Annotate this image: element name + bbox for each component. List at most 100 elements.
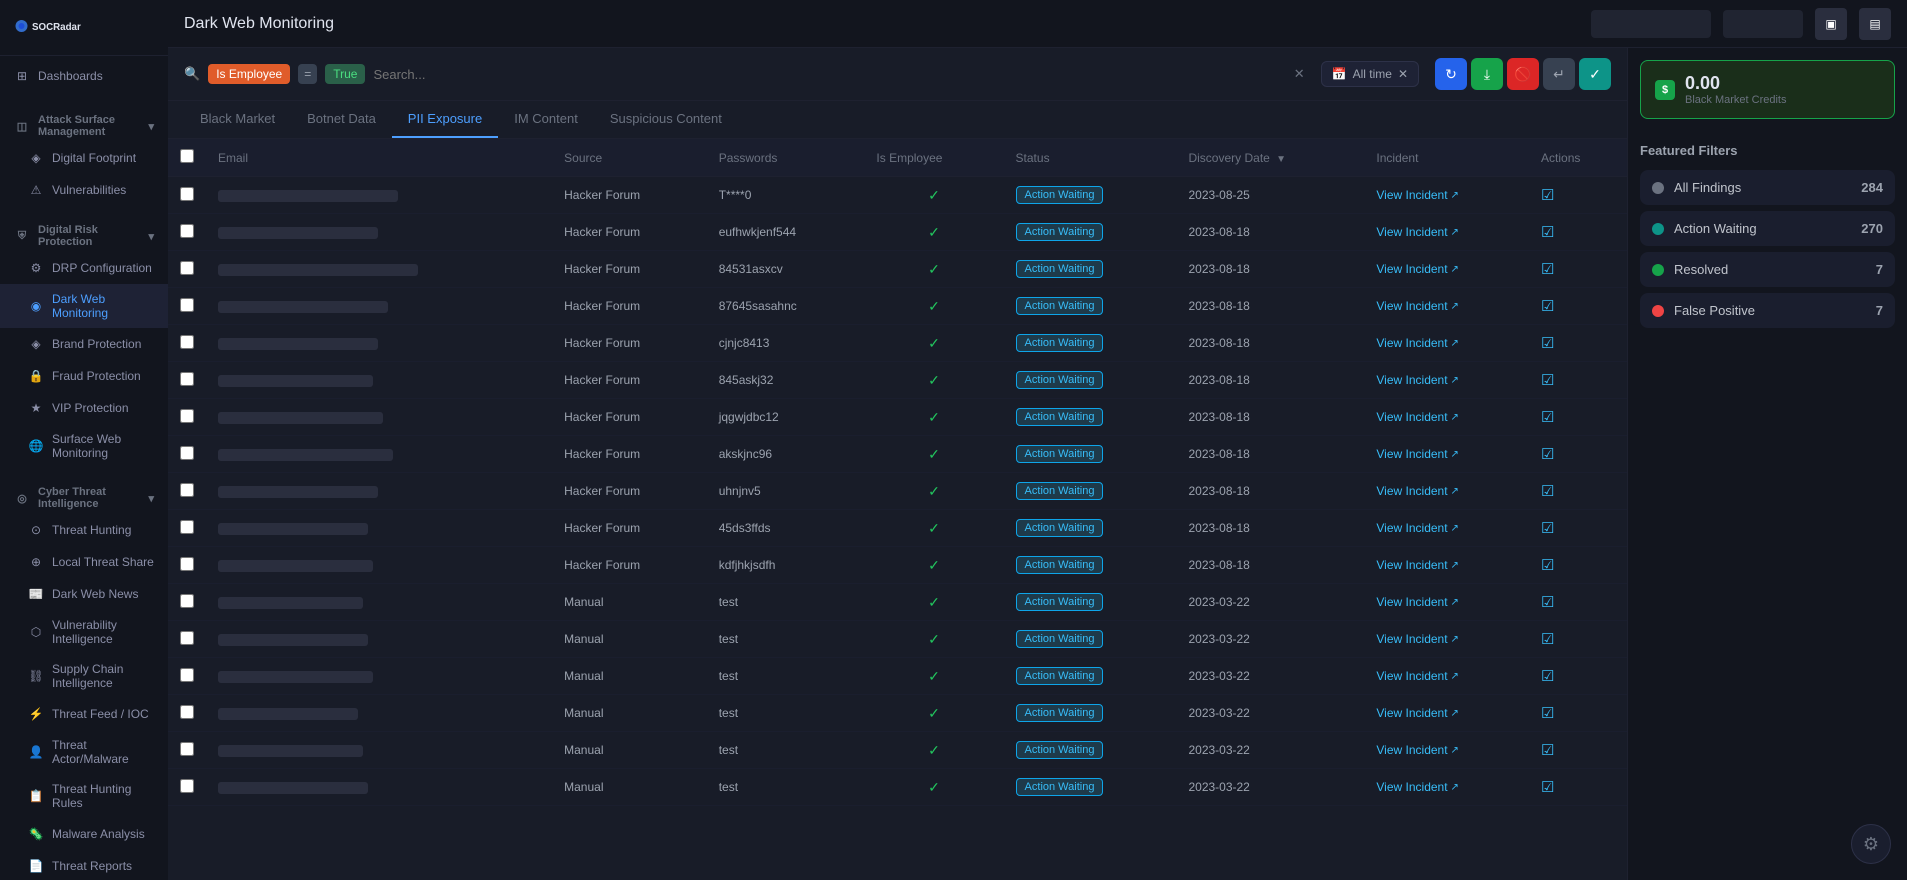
action-check-15[interactable]: ☑	[1541, 742, 1554, 759]
row-checkbox-11[interactable]	[180, 594, 194, 608]
filter-btn-confirm[interactable]: ✓	[1579, 58, 1611, 90]
sidebar-item-attack-surface[interactable]: ◫ Attack Surface Management ▾	[0, 104, 168, 142]
view-incident-link-0[interactable]: View Incident ↗	[1376, 188, 1517, 202]
action-check-5[interactable]: ☑	[1541, 372, 1554, 389]
filter-item-action-waiting[interactable]: Action Waiting 270	[1640, 211, 1895, 246]
view-incident-link-5[interactable]: View Incident ↗	[1376, 373, 1517, 387]
search-clear-btn[interactable]: ✕	[1294, 66, 1305, 82]
row-checkbox-7[interactable]	[180, 446, 194, 460]
topbar-btn-1[interactable]: ▣	[1815, 8, 1847, 40]
action-check-12[interactable]: ☑	[1541, 631, 1554, 648]
sidebar-item-digital-footprint[interactable]: ◈ Digital Footprint	[0, 142, 168, 174]
sidebar-item-dark-web-news[interactable]: 📰 Dark Web News	[0, 578, 168, 610]
sidebar-item-surface-web[interactable]: 🌐 Surface Web Monitoring	[0, 424, 168, 468]
view-incident-link-10[interactable]: View Incident ↗	[1376, 558, 1517, 572]
row-checkbox-16[interactable]	[180, 779, 194, 793]
sidebar-item-dashboards[interactable]: ⊞ Dashboards	[0, 60, 168, 92]
action-check-8[interactable]: ☑	[1541, 483, 1554, 500]
filter-item-resolved[interactable]: Resolved 7	[1640, 252, 1895, 287]
sidebar-item-drp[interactable]: ⛨ Digital Risk Protection ▾	[0, 214, 168, 252]
view-incident-link-4[interactable]: View Incident ↗	[1376, 336, 1517, 350]
tab-pii-exposure[interactable]: PII Exposure	[392, 101, 498, 138]
table-row: Hacker Forum 84531asxcv ✓ Action Waiting…	[168, 251, 1627, 288]
sidebar-item-actor[interactable]: 👤 Threat Actor/Malware	[0, 730, 168, 774]
tab-suspicious-content[interactable]: Suspicious Content	[594, 101, 738, 138]
view-incident-link-3[interactable]: View Incident ↗	[1376, 299, 1517, 313]
row-checkbox-2[interactable]	[180, 261, 194, 275]
row-checkbox-8[interactable]	[180, 483, 194, 497]
view-incident-link-12[interactable]: View Incident ↗	[1376, 632, 1517, 646]
sidebar-item-hunting-rules[interactable]: 📋 Threat Hunting Rules	[0, 774, 168, 818]
view-incident-link-13[interactable]: View Incident ↗	[1376, 669, 1517, 683]
row-checkbox-4[interactable]	[180, 335, 194, 349]
action-check-0[interactable]: ☑	[1541, 187, 1554, 204]
filter-item-false-positive[interactable]: False Positive 7	[1640, 293, 1895, 328]
view-incident-link-16[interactable]: View Incident ↗	[1376, 780, 1517, 794]
filter-value-true[interactable]: True	[325, 64, 365, 84]
action-check-2[interactable]: ☑	[1541, 261, 1554, 278]
row-checkbox-3[interactable]	[180, 298, 194, 312]
sidebar-item-cti[interactable]: ◎ Cyber Threat Intelligence ▾	[0, 476, 168, 514]
filter-btn-delete[interactable]: 🚫	[1507, 58, 1539, 90]
filter-btn-export[interactable]: ⤓	[1471, 58, 1503, 90]
row-checkbox-0[interactable]	[180, 187, 194, 201]
filter-tag-is-employee[interactable]: Is Employee	[208, 64, 290, 84]
view-incident-link-8[interactable]: View Incident ↗	[1376, 484, 1517, 498]
sidebar-item-vuln-intel[interactable]: ⬡ Vulnerability Intelligence	[0, 610, 168, 654]
view-incident-link-9[interactable]: View Incident ↗	[1376, 521, 1517, 535]
sidebar-item-vip[interactable]: ★ VIP Protection	[0, 392, 168, 424]
tab-im-content[interactable]: IM Content	[498, 101, 594, 138]
view-incident-link-6[interactable]: View Incident ↗	[1376, 410, 1517, 424]
sidebar-item-drp-config[interactable]: ⚙ DRP Configuration	[0, 252, 168, 284]
sidebar-item-brand-protection[interactable]: ◈ Brand Protection	[0, 328, 168, 360]
sidebar-item-ioc[interactable]: ⚡ Threat Feed / IOC	[0, 698, 168, 730]
view-incident-link-1[interactable]: View Incident ↗	[1376, 225, 1517, 239]
view-incident-link-2[interactable]: View Incident ↗	[1376, 262, 1517, 276]
action-check-16[interactable]: ☑	[1541, 779, 1554, 796]
row-checkbox-14[interactable]	[180, 705, 194, 719]
view-incident-link-7[interactable]: View Incident ↗	[1376, 447, 1517, 461]
sidebar-item-vulnerabilities[interactable]: ⚠ Vulnerabilities	[0, 174, 168, 206]
sidebar-item-malware[interactable]: 🦠 Malware Analysis	[0, 818, 168, 850]
sidebar-item-dark-web[interactable]: ◉ Dark Web Monitoring	[0, 284, 168, 328]
row-checkbox-15[interactable]	[180, 742, 194, 756]
action-check-11[interactable]: ☑	[1541, 594, 1554, 611]
time-filter-clear[interactable]: ✕	[1398, 67, 1408, 81]
time-filter[interactable]: 📅 All time ✕	[1321, 61, 1419, 87]
search-icon[interactable]: 🔍	[184, 66, 200, 82]
select-all-checkbox[interactable]	[180, 149, 194, 163]
status-badge-16: Action Waiting	[1016, 778, 1104, 796]
row-checkbox-13[interactable]	[180, 668, 194, 682]
view-incident-link-15[interactable]: View Incident ↗	[1376, 743, 1517, 757]
sidebar-item-reports[interactable]: 📄 Threat Reports	[0, 850, 168, 880]
sidebar-item-local-threat-share[interactable]: ⊕ Local Threat Share	[0, 546, 168, 578]
sidebar-item-supply-chain[interactable]: ⛓ Supply Chain Intelligence	[0, 654, 168, 698]
sidebar-item-fraud[interactable]: 🔒 Fraud Protection	[0, 360, 168, 392]
filter-btn-more[interactable]: ↵	[1543, 58, 1575, 90]
view-incident-link-14[interactable]: View Incident ↗	[1376, 706, 1517, 720]
action-check-14[interactable]: ☑	[1541, 705, 1554, 722]
tab-botnet-data[interactable]: Botnet Data	[291, 101, 392, 138]
row-checkbox-10[interactable]	[180, 557, 194, 571]
view-incident-link-11[interactable]: View Incident ↗	[1376, 595, 1517, 609]
row-checkbox-1[interactable]	[180, 224, 194, 238]
filter-btn-refresh[interactable]: ↻	[1435, 58, 1467, 90]
row-checkbox-5[interactable]	[180, 372, 194, 386]
action-check-1[interactable]: ☑	[1541, 224, 1554, 241]
action-check-6[interactable]: ☑	[1541, 409, 1554, 426]
sidebar-item-threat-hunting[interactable]: ⊙ Threat Hunting	[0, 514, 168, 546]
filter-item-all-findings[interactable]: All Findings 284	[1640, 170, 1895, 205]
action-check-3[interactable]: ☑	[1541, 298, 1554, 315]
row-checkbox-9[interactable]	[180, 520, 194, 534]
action-check-10[interactable]: ☑	[1541, 557, 1554, 574]
action-check-9[interactable]: ☑	[1541, 520, 1554, 537]
tab-black-market[interactable]: Black Market	[184, 101, 291, 138]
action-check-13[interactable]: ☑	[1541, 668, 1554, 685]
topbar-btn-2[interactable]: ▤	[1859, 8, 1891, 40]
row-checkbox-12[interactable]	[180, 631, 194, 645]
settings-button[interactable]: ⚙	[1851, 824, 1891, 864]
search-input[interactable]	[373, 67, 1285, 82]
action-check-7[interactable]: ☑	[1541, 446, 1554, 463]
action-check-4[interactable]: ☑	[1541, 335, 1554, 352]
row-checkbox-6[interactable]	[180, 409, 194, 423]
